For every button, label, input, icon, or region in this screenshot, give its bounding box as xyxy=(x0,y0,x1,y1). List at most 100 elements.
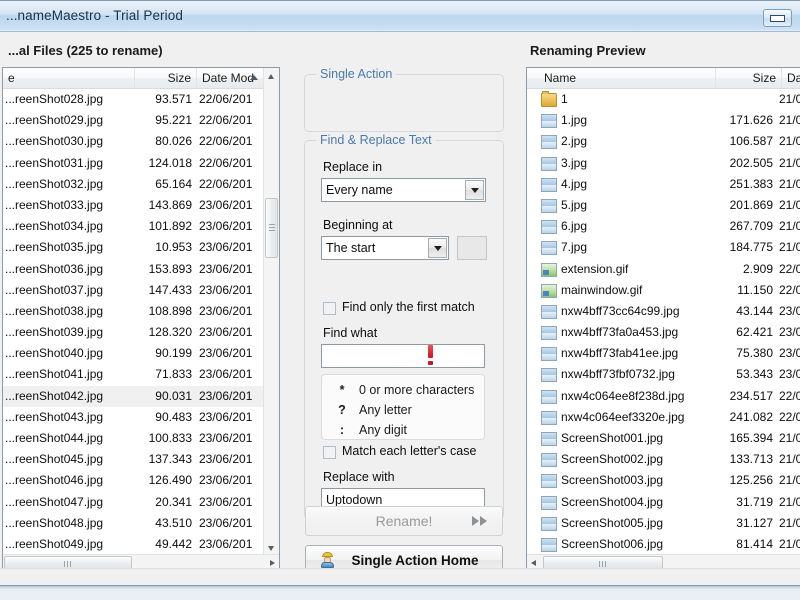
table-row[interactable]: extension.gif 2.909 22/06, xyxy=(527,259,800,280)
rename-button[interactable]: Rename! xyxy=(305,506,503,536)
table-row[interactable]: nxw4c064ee8f238d.jpg 234.517 22/06, xyxy=(527,386,800,407)
table-row[interactable]: 1 21/07, xyxy=(527,89,800,110)
preview-name-cell: 7.jpg xyxy=(561,240,588,255)
preview-name-cell: nxw4c064eef3320e.jpg xyxy=(561,409,685,424)
image-file-icon xyxy=(541,432,557,446)
table-row[interactable]: nxw4bff73fbf0732.jpg 53.343 23/06, xyxy=(527,364,800,385)
replace-in-select[interactable]: Every name xyxy=(321,178,486,202)
preview-size-cell: 62.421 xyxy=(736,325,773,340)
minimize-button[interactable] xyxy=(763,9,792,27)
column-header[interactable]: Date xyxy=(782,68,800,88)
table-row[interactable]: mainwindow.gif 11.150 22/06, xyxy=(527,280,800,301)
table-row[interactable]: ...reenShot035.jpg 10.953 23/06/201 xyxy=(3,237,264,258)
table-row[interactable]: ...reenShot048.jpg 43.510 23/06/201 xyxy=(3,513,264,534)
table-row[interactable]: ...reenShot033.jpg 143.869 23/06/201 xyxy=(3,195,264,216)
table-row[interactable]: 7.jpg 184.775 21/07, xyxy=(527,237,800,258)
table-row[interactable]: ...reenShot029.jpg 95.221 22/06/201 xyxy=(3,110,264,131)
table-row[interactable]: nxw4bff73cc64c99.jpg 43.144 23/06, xyxy=(527,301,800,322)
find-what-input[interactable] xyxy=(321,344,485,368)
column-header[interactable]: Name xyxy=(539,68,716,88)
table-row[interactable]: nxw4c064eef3320e.jpg 241.082 22/06, xyxy=(527,407,800,428)
file-name-cell: ...reenShot048.jpg xyxy=(5,515,104,530)
left-scroll-thumb[interactable] xyxy=(265,198,278,258)
original-files-list[interactable]: e Size Date Mod ...reenShot028.jpg 93.571 22… xyxy=(2,67,280,572)
file-date-cell: 22/06/201 xyxy=(199,155,253,170)
match-case-checkbox[interactable] xyxy=(323,446,336,459)
renaming-preview-body[interactable]: 1 21/07, 1.jpg 171.626 21/07, 2.jpg 106.587 21/… xyxy=(527,89,800,555)
file-name-cell: ...reenShot029.jpg xyxy=(5,113,104,128)
table-row[interactable]: ...reenShot030.jpg 80.026 22/06/201 xyxy=(3,131,264,152)
file-name-cell: ...reenShot046.jpg xyxy=(5,473,104,488)
preview-size-cell: 251.383 xyxy=(729,176,773,191)
preview-name-cell: ScreenShot003.jpg xyxy=(561,473,664,488)
preview-date-cell: 23/06, xyxy=(779,367,800,382)
left-vertical-scrollbar[interactable] xyxy=(263,68,279,556)
title-bar[interactable]: ...nameMaestro - Trial Period xyxy=(0,2,800,32)
file-size-cell: 49.442 xyxy=(155,536,192,551)
table-row[interactable]: ...reenShot044.jpg 100.833 23/06/201 xyxy=(3,428,264,449)
file-date-cell: 23/06/201 xyxy=(199,325,253,340)
table-row[interactable]: 2.jpg 106.587 21/07, xyxy=(527,131,800,152)
table-row[interactable]: ...reenShot046.jpg 126.490 23/06/201 xyxy=(3,470,264,491)
table-row[interactable]: ...reenShot049.jpg 49.442 23/06/201 xyxy=(3,534,264,555)
table-row[interactable]: ...reenShot042.jpg 90.031 23/06/201 xyxy=(3,385,264,407)
table-row[interactable]: ScreenShot003.jpg 125.256 21/06, xyxy=(527,470,800,491)
scroll-up-arrow-icon[interactable] xyxy=(264,68,279,84)
file-size-cell: 100.833 xyxy=(148,431,192,445)
preview-name-cell: 5.jpg xyxy=(561,197,588,212)
table-row[interactable]: nxw4bff73fa0a453.jpg 62.421 23/06, xyxy=(527,322,800,343)
table-row[interactable]: ...reenShot045.jpg 137.343 23/06/201 xyxy=(3,449,264,470)
beginning-at-select[interactable]: The start xyxy=(321,236,449,260)
table-row[interactable]: ScreenShot006.jpg 81.414 21/06, xyxy=(527,534,800,555)
table-row[interactable]: ...reenShot038.jpg 108.898 23/06/201 xyxy=(3,301,264,322)
preview-date-cell: 21/06, xyxy=(779,494,800,509)
preview-size-cell: 165.394 xyxy=(729,431,773,445)
table-row[interactable]: 5.jpg 201.869 21/07, xyxy=(527,195,800,216)
first-match-checkbox[interactable] xyxy=(323,302,336,315)
preview-date-cell: 21/07, xyxy=(779,176,800,191)
file-name-cell: ...reenShot030.jpg xyxy=(5,134,104,149)
table-row[interactable]: 4.jpg 251.383 21/07, xyxy=(527,174,800,195)
file-size-cell: 137.343 xyxy=(148,452,192,467)
table-row[interactable]: ScreenShot004.jpg 31.719 21/06, xyxy=(527,492,800,513)
table-row[interactable]: ...reenShot037.jpg 147.433 23/06/201 xyxy=(3,280,264,301)
file-date-cell: 23/06/201 xyxy=(199,282,253,297)
table-row[interactable]: ...reenShot034.jpg 101.892 23/06/201 xyxy=(3,216,264,237)
preview-date-cell: 21/07, xyxy=(779,92,800,106)
preview-date-cell: 21/06, xyxy=(779,515,800,530)
file-name-cell: ...reenShot037.jpg xyxy=(5,282,104,297)
table-row[interactable]: ...reenShot040.jpg 90.199 23/06/201 xyxy=(3,343,264,364)
table-row[interactable]: ...reenShot028.jpg 93.571 22/06/201 xyxy=(3,89,264,110)
preview-date-cell: 21/07, xyxy=(779,219,800,234)
table-row[interactable]: nxw4bff73fab41ee.jpg 75.380 23/06, xyxy=(527,343,800,364)
table-row[interactable]: ScreenShot001.jpg 165.394 21/06, xyxy=(527,428,800,449)
table-row[interactable]: ...reenShot031.jpg 124.018 22/06/201 xyxy=(3,153,264,174)
column-header[interactable]: e xyxy=(3,68,135,88)
column-header[interactable]: Size xyxy=(716,68,782,88)
original-files-body[interactable]: ...reenShot028.jpg 93.571 22/06/201 ...reen… xyxy=(3,89,264,555)
table-row[interactable]: 3.jpg 202.505 21/07, xyxy=(527,153,800,174)
table-row[interactable]: ...reenShot047.jpg 20.341 23/06/201 xyxy=(3,492,264,513)
table-row[interactable]: 6.jpg 267.709 21/07, xyxy=(527,216,800,237)
table-row[interactable]: ...reenShot036.jpg 153.893 23/06/201 xyxy=(3,259,264,280)
table-row[interactable]: ...reenShot043.jpg 90.483 23/06/201 xyxy=(3,407,264,428)
renaming-preview-list[interactable]: NameSizeDate 121/07,1.jpg171.62621/07,2.… xyxy=(526,67,800,572)
table-row[interactable]: ...reenShot032.jpg 65.164 22/06/201 xyxy=(3,174,264,195)
column-header[interactable]: Size xyxy=(135,68,197,88)
table-row[interactable]: ...reenShot041.jpg 71.833 23/06/201 xyxy=(3,364,264,385)
preview-name-cell: ScreenShot005.jpg xyxy=(561,515,664,530)
table-row[interactable]: 1.jpg 171.626 21/07, xyxy=(527,110,800,131)
table-row[interactable]: ...reenShot039.jpg 128.320 23/06/201 xyxy=(3,322,264,343)
preview-name-cell: ScreenShot006.jpg xyxy=(561,536,664,551)
image-file-icon xyxy=(541,410,557,425)
find-replace-legend: Find & Replace Text xyxy=(316,133,436,147)
table-row[interactable]: ScreenShot002.jpg 133.713 21/06, xyxy=(527,449,800,470)
file-date-cell: 23/06/201 xyxy=(199,431,253,445)
table-row[interactable]: ScreenShot005.jpg 31.127 21/06, xyxy=(527,513,800,534)
image-file-icon xyxy=(541,453,557,468)
replace-with-label: Replace with xyxy=(323,470,395,484)
preview-date-cell: 21/07, xyxy=(779,240,800,255)
chevron-down-icon[interactable] xyxy=(428,238,447,258)
minimize-icon xyxy=(770,15,785,22)
chevron-down-icon[interactable] xyxy=(465,180,484,200)
